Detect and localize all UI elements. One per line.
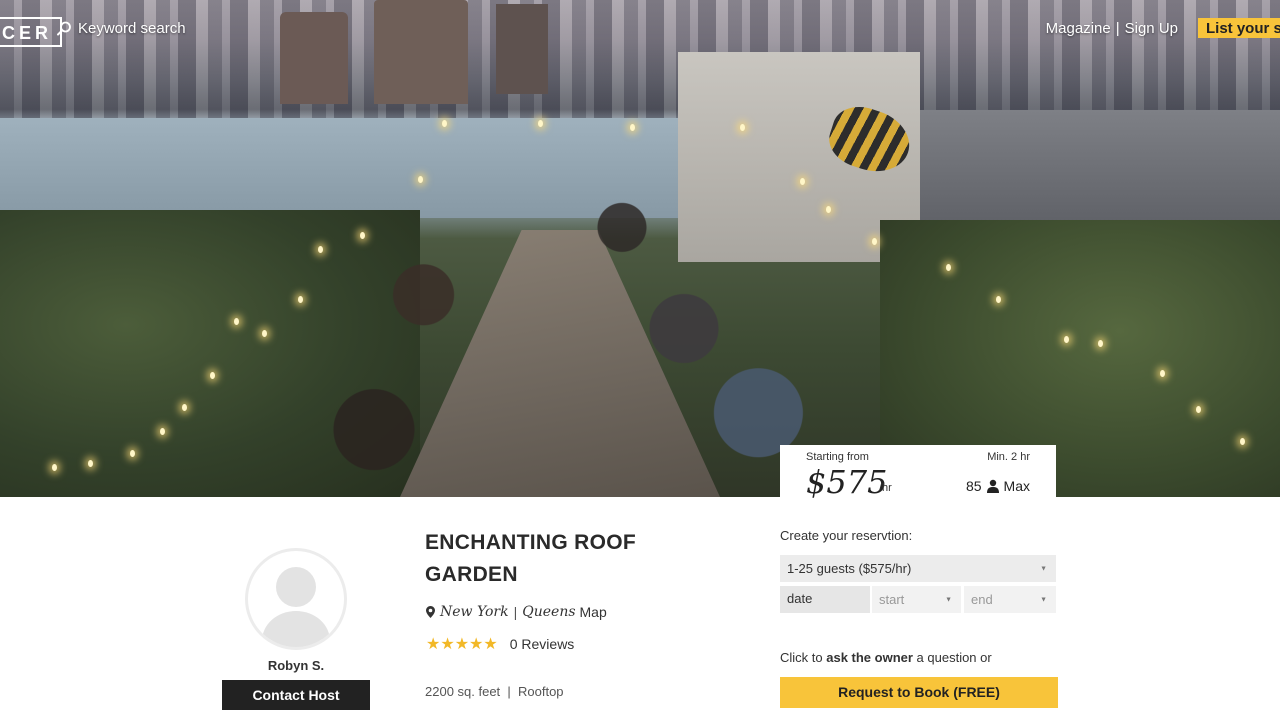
- string-light: [318, 246, 323, 253]
- map-link[interactable]: Map: [580, 604, 607, 620]
- minimum-hours: Min. 2 hr: [987, 451, 1030, 463]
- max-label: Max: [1003, 478, 1030, 494]
- listing-rating: ★★★★★ 0 Reviews: [426, 634, 574, 654]
- string-light: [130, 450, 135, 457]
- search-icon: [56, 21, 72, 37]
- star-rating: ★★★★★: [426, 636, 498, 653]
- borough-name: Queens: [522, 604, 576, 620]
- roof-wall: [920, 110, 1280, 230]
- string-light: [234, 318, 239, 325]
- string-light: [630, 124, 635, 131]
- string-light: [298, 296, 303, 303]
- string-light: [740, 124, 745, 131]
- start-placeholder: start: [879, 592, 905, 607]
- ask-owner-line: Click to ask the owner a question or: [780, 650, 992, 665]
- string-light: [1240, 438, 1245, 445]
- chevron-down-icon: ▼: [1040, 565, 1047, 572]
- string-light: [946, 264, 951, 271]
- price-unit: /hr: [879, 482, 892, 494]
- date-field[interactable]: date: [780, 586, 870, 613]
- water-tank: [496, 4, 548, 94]
- string-light: [800, 178, 805, 185]
- magazine-link[interactable]: Magazine: [1046, 20, 1111, 37]
- ask-prefix: Click to: [780, 650, 827, 665]
- string-light: [360, 232, 365, 239]
- diners: [250, 160, 870, 497]
- string-light: [52, 464, 57, 471]
- top-nav: Magazine | Sign Up List your sp: [1046, 18, 1280, 38]
- reservation-heading: Create your reservtion:: [780, 528, 913, 543]
- map-pin-icon: [426, 606, 435, 618]
- keyword-search[interactable]: Keyword search: [56, 20, 186, 37]
- listing-location: New York | Queens Map: [426, 604, 607, 620]
- host-name: Robyn S.: [267, 658, 325, 673]
- guests-selected-value: 1-25 guests ($575/hr): [787, 561, 912, 576]
- price-card: Starting from $575 /hr Min. 2 hr 85 Max: [780, 445, 1056, 501]
- water-tank: [374, 0, 468, 104]
- sign-up-link[interactable]: Sign Up: [1125, 20, 1178, 37]
- max-capacity: 85 Max: [966, 478, 1030, 494]
- contact-host-button[interactable]: Contact Host: [222, 680, 370, 710]
- person-icon: [986, 479, 1000, 493]
- string-light: [538, 120, 543, 127]
- hero-photo: [0, 0, 1280, 497]
- start-time-select[interactable]: start ▼: [872, 586, 961, 613]
- string-light: [996, 296, 1001, 303]
- city-name: New York: [440, 604, 509, 620]
- string-light: [418, 176, 423, 183]
- string-light: [1196, 406, 1201, 413]
- avatar-body: [262, 611, 330, 647]
- request-to-book-button[interactable]: Request to Book (FREE): [780, 677, 1058, 708]
- hourly-price: $575: [806, 463, 888, 501]
- host-avatar: [245, 548, 347, 650]
- string-light: [1098, 340, 1103, 347]
- chevron-down-icon: ▼: [1040, 596, 1047, 603]
- reviews-link[interactable]: 0 Reviews: [510, 636, 575, 652]
- listing-details: 2200 sq. feet | Rooftop: [425, 684, 564, 699]
- ask-suffix: a question or: [912, 650, 992, 665]
- site-logo[interactable]: CER: [0, 17, 63, 47]
- nav-divider: |: [1115, 19, 1120, 37]
- string-light: [182, 404, 187, 411]
- guests-select[interactable]: 1-25 guests ($575/hr) ▼: [780, 555, 1056, 582]
- string-light: [160, 428, 165, 435]
- string-light: [262, 330, 267, 337]
- string-light: [210, 372, 215, 379]
- max-count: 85: [965, 478, 982, 494]
- string-light: [442, 120, 447, 127]
- list-your-space-button[interactable]: List your sp: [1198, 18, 1280, 38]
- string-light: [1064, 336, 1069, 343]
- water-tank: [280, 12, 348, 104]
- string-light: [826, 206, 831, 213]
- chevron-down-icon: ▼: [945, 596, 952, 603]
- end-time-select[interactable]: end ▼: [964, 586, 1056, 613]
- end-placeholder: end: [971, 592, 993, 607]
- location-divider: |: [513, 604, 518, 620]
- search-label: Keyword search: [78, 20, 186, 37]
- ask-owner-link[interactable]: ask the owner: [826, 650, 913, 665]
- string-light: [872, 238, 877, 245]
- starting-from-label: Starting from: [806, 451, 869, 463]
- string-light: [1160, 370, 1165, 377]
- date-placeholder: date: [787, 591, 813, 606]
- listing-title: ENCHANTING ROOF GARDEN: [425, 531, 636, 586]
- avatar-head: [276, 567, 316, 607]
- string-light: [88, 460, 93, 467]
